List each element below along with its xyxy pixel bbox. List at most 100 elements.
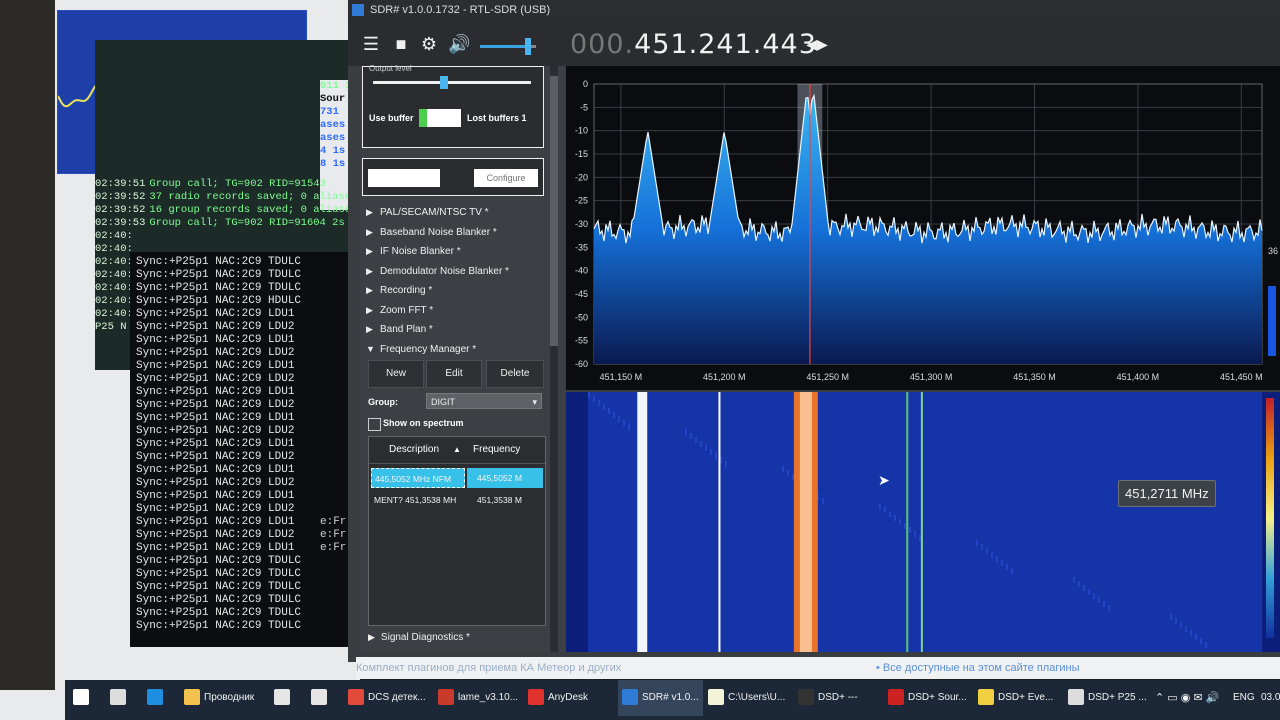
taskbar-item[interactable]	[274, 680, 294, 716]
taskbar-item[interactable]: SDR# v1.0...	[618, 680, 703, 716]
show-on-spectrum-checkbox[interactable]	[368, 418, 381, 431]
configure-button[interactable]: Configure	[474, 169, 538, 187]
p25-sync-line: Sync:+P25p1 NAC:2C9 LDU2	[136, 425, 295, 437]
log-line: 02:39:52 16 group records saved; 0 aliase…	[95, 204, 357, 217]
plugin-menu-item[interactable]: ▶ Baseband Noise Blanker *	[366, 223, 556, 241]
x-tick-label: 451,300 M	[910, 372, 953, 382]
sort-ascending-icon: ▲	[453, 445, 461, 454]
show-on-spectrum-label: Show on spectrum	[383, 418, 464, 428]
waterfall-color-scale	[1266, 398, 1274, 638]
taskbar-item[interactable]	[311, 680, 331, 716]
tune-arrows-icon[interactable]: ◀▶	[806, 34, 828, 54]
delete-button[interactable]: Delete	[486, 360, 544, 388]
plugins-link-left[interactable]: Комплект плагинов для приема КА Метеор и…	[356, 657, 621, 679]
frequency-display[interactable]: 000.451.241.443	[570, 29, 817, 60]
taskbar-item[interactable]: AnyDesk	[528, 680, 588, 716]
waterfall-noise	[1175, 618, 1177, 624]
folder-icon	[184, 689, 200, 706]
tray-date[interactable]: 03.0	[1261, 680, 1280, 716]
waterfall-noise	[593, 396, 595, 402]
waterfall-noise	[919, 535, 921, 541]
waterfall-noise	[909, 527, 911, 533]
source-field[interactable]	[368, 169, 440, 187]
plugins-link-right[interactable]: • Все доступные на этом сайте плагины	[876, 657, 1079, 679]
plugin-menu-item[interactable]: ▶ Zoom FFT *	[366, 301, 556, 319]
p25-sync-line: Sync:+P25p1 NAC:2C9 TDULC	[136, 256, 302, 268]
output-level-slider[interactable]	[373, 76, 531, 89]
notepad-icon	[708, 689, 724, 706]
gear-icon[interactable]: ⚙	[418, 34, 440, 54]
waterfall-noise	[879, 503, 881, 509]
use-buffer-toggle[interactable]	[419, 109, 461, 127]
log-text: Group call; TG=902 RID=91604 2s	[149, 217, 345, 229]
x-tick-label: 451,150 M	[600, 372, 643, 382]
spectrum-analyzer[interactable]: 0 -5 -10 -15 -20 -25 -30 -35 -40 -45 -50 -55 -60 451,…	[566, 66, 1280, 390]
source-panel: Configure	[362, 158, 544, 196]
taskbar-item[interactable]: DSD+ P25 ...	[1068, 680, 1147, 716]
p25-sync-line: Sync:+P25p1 NAC:2C9 LDU1	[136, 360, 295, 372]
table-row[interactable]: 445,5052 MHz NFM 445,5052 M	[369, 468, 545, 488]
frequency-column-header[interactable]: Frequency	[473, 437, 520, 463]
tray-icons[interactable]: ⌃ ▭ ◉ ✉ 🔊	[1155, 680, 1219, 716]
task-view-icon	[110, 689, 126, 706]
waterfall-noise	[690, 433, 692, 439]
mail-icon	[311, 689, 327, 706]
taskbar-item[interactable]	[73, 680, 93, 716]
log-time: 02:40:	[95, 282, 133, 294]
sdrsharp-window[interactable]: SDR# v1.0.0.1732 - RTL-SDR (USB) ☰ ■ ⚙ 🔊…	[348, 0, 1280, 662]
taskbar-item[interactable]: DSD+ Eve...	[978, 680, 1053, 716]
description-column-header[interactable]: Description	[389, 437, 439, 463]
level-bar	[1268, 286, 1276, 356]
waterfall-noise	[976, 540, 978, 546]
taskbar-item[interactable]: DSD+ Sour...	[888, 680, 967, 716]
table-row[interactable]: MENT? 451,3538 MH 451,3538 M	[369, 490, 545, 510]
expand-triangle-icon: ▶	[366, 207, 373, 217]
speaker-icon[interactable]: 🔊	[448, 34, 470, 54]
taskbar-item[interactable]: lame_v3.10...	[438, 680, 518, 716]
signal-diagnostics-item[interactable]: ▶ Signal Diagnostics *	[368, 628, 558, 646]
waterfall-noise	[613, 412, 615, 418]
taskbar-item[interactable]: DSD+ ---	[798, 680, 858, 716]
taskbar-item[interactable]: Проводник	[184, 680, 254, 716]
stop-icon[interactable]: ■	[390, 34, 412, 54]
dsd-p25-console-window: Sync:+P25p1 NAC:2C9 TDULC Sync:+P25p1 NAC…	[130, 252, 352, 647]
taskbar-item[interactable]: C:\Users\U...	[708, 680, 785, 716]
plugin-menu-item[interactable]: ▶ IF Noise Blanker *	[366, 242, 556, 260]
new-button[interactable]: New	[368, 360, 424, 388]
volume-slider[interactable]	[480, 38, 536, 55]
panel-scrollbar[interactable]	[550, 66, 558, 652]
p25-sync-line: Sync:+P25p1 NAC:2C9 TDULC	[136, 607, 302, 619]
waterfall-display[interactable]: ➤ 451,2711 MHz	[566, 392, 1280, 652]
plugin-menu-item[interactable]: ▶ Band Plan *	[366, 320, 556, 338]
frequency-prefix: 000.	[570, 29, 635, 60]
y-tick-label: -50	[575, 312, 588, 322]
expand-triangle-icon: ▶	[366, 226, 373, 237]
edit-button[interactable]: Edit	[426, 360, 482, 388]
group-select[interactable]: DIGIT ▾	[426, 393, 542, 409]
tray-language[interactable]: ENG	[1233, 680, 1255, 716]
waterfall-noise	[1006, 564, 1008, 570]
waterfall-noise	[822, 498, 824, 504]
waterfall-noise	[914, 531, 916, 537]
taskbar-item[interactable]	[110, 680, 130, 716]
spectrum-plot[interactable]: 0 -5 -10 -15 -20 -25 -30 -35 -40 -45 -50 -55 -60 451,…	[566, 66, 1280, 390]
taskbar-item[interactable]: DCS детек...	[348, 680, 426, 716]
waterfall-noise	[996, 556, 998, 562]
waterfall-noise	[725, 461, 727, 467]
lost-buffers-label: Lost buffers 1	[467, 113, 527, 123]
p25-sync-line: Sync:+P25p1 NAC:2C9 HDULC	[136, 295, 302, 307]
expand-triangle-icon: ▶	[366, 324, 373, 334]
waterfall-signal	[637, 392, 648, 652]
plugin-menu-label: PAL/SECAM/NTSC TV *	[380, 207, 489, 218]
plugin-menu-item[interactable]: ▼ Frequency Manager *	[366, 340, 556, 358]
log-time: 02:40:	[95, 230, 133, 242]
waterfall-noise	[1093, 593, 1095, 599]
taskbar-item[interactable]	[147, 680, 167, 716]
y-tick-label: -10	[575, 126, 588, 136]
waterfall-noise	[1083, 585, 1085, 591]
plugin-menu-item[interactable]: ▶ PAL/SECAM/NTSC TV *	[366, 203, 556, 221]
plugin-menu-item[interactable]: ▶ Recording *	[366, 281, 556, 299]
menu-icon[interactable]: ☰	[360, 34, 382, 54]
plugin-menu-item[interactable]: ▶ Demodulator Noise Blanker *	[366, 262, 556, 280]
p25-sync-line: Sync:+P25p1 NAC:2C9 LDU2	[136, 477, 295, 489]
